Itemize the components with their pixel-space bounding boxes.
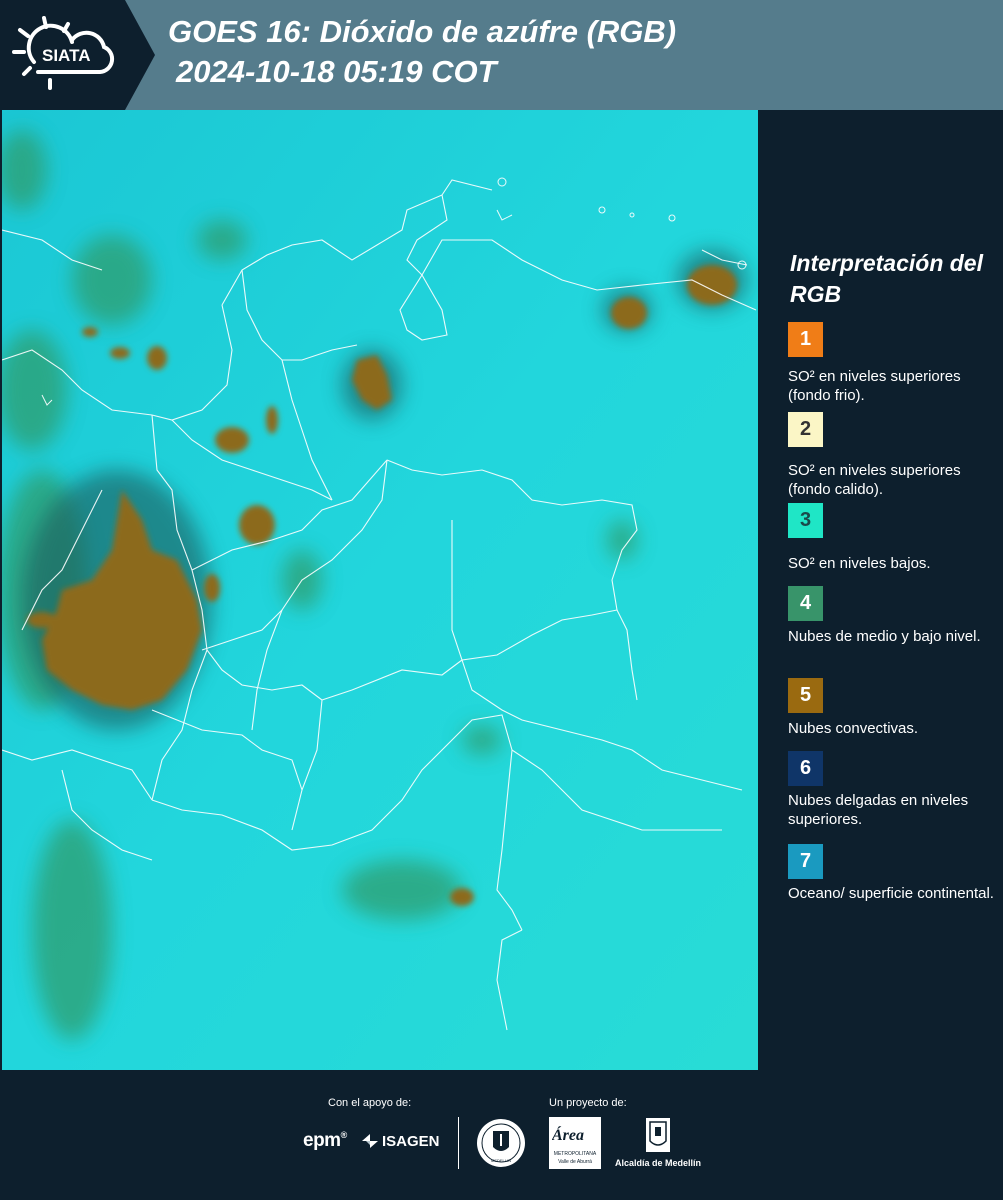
- legend-text-2: SO² en niveles superiores (fondo calido)…: [788, 462, 961, 498]
- medellin-seal-text: MEDELLIN: [491, 1158, 511, 1163]
- legend-text-7: Oceano/ superficie continental.: [788, 885, 994, 902]
- alcaldia-logo-text: Alcaldía de Medellín: [614, 1158, 702, 1168]
- legend-panel: Interpretación del RGB 1 SO² en niveles s…: [760, 110, 1003, 1070]
- siata-logo-text: SIATA: [42, 46, 90, 65]
- legend-text-6: Nubes delgadas en niveles superiores.: [788, 792, 969, 828]
- alcaldia-logo: Alcaldía de Medellín: [612, 1117, 704, 1168]
- page-timestamp: 2024-10-18 05:19 COT: [176, 54, 497, 89]
- isagen-logo-text: ISAGEN: [382, 1132, 440, 1150]
- area-logo-script: Área Metropolitana: [552, 1127, 584, 1144]
- epm-logo: epm®: [303, 1130, 347, 1151]
- legend-text-5: Nubes convectivas.: [788, 720, 919, 737]
- legend-swatch-7: 7: [788, 844, 823, 879]
- legend-swatch-2: 2: [788, 412, 823, 447]
- legend-swatch-4: 4: [788, 586, 823, 621]
- isagen-logo: ISAGEN: [360, 1132, 440, 1150]
- legend-text-3: SO² en niveles bajos.: [788, 555, 931, 572]
- satellite-map: [0, 110, 758, 1070]
- siata-logo: SIATA: [0, 0, 155, 110]
- area-logo-sub2: Valle de Aburrá: [558, 1159, 592, 1165]
- epm-logo-text: epm: [303, 1130, 341, 1151]
- header-bar: SIATA GOES 16: Dióxido de azúfre (RGB) 2…: [0, 0, 1003, 110]
- legend-swatch-5: 5: [788, 678, 823, 713]
- support-label: Con el apoyo de:: [328, 1097, 412, 1109]
- project-label: Un proyecto de:: [549, 1097, 627, 1109]
- legend-swatch-3: 3: [788, 503, 823, 538]
- footer-divider: [458, 1117, 459, 1169]
- footer: Con el apoyo de: Un proyecto de: epm® IS…: [0, 1070, 1003, 1200]
- legend-text-4: Nubes de medio y bajo nivel.: [788, 628, 981, 645]
- page-title: GOES 16: Dióxido de azúfre (RGB): [168, 14, 677, 49]
- area-logo-sub: METROPOLITANA: [553, 1151, 597, 1157]
- legend-title: Interpretación del RGB: [790, 250, 983, 307]
- legend-swatch-1: 1: [788, 322, 823, 357]
- legend-text-1: SO² en niveles superiores (fondo frio).: [788, 368, 961, 404]
- medellin-seal-logo: MEDELLIN: [475, 1117, 527, 1174]
- legend-swatch-6: 6: [788, 751, 823, 786]
- area-metropolitana-logo: Área Metropolitana METROPOLITANA Valle d…: [549, 1117, 601, 1169]
